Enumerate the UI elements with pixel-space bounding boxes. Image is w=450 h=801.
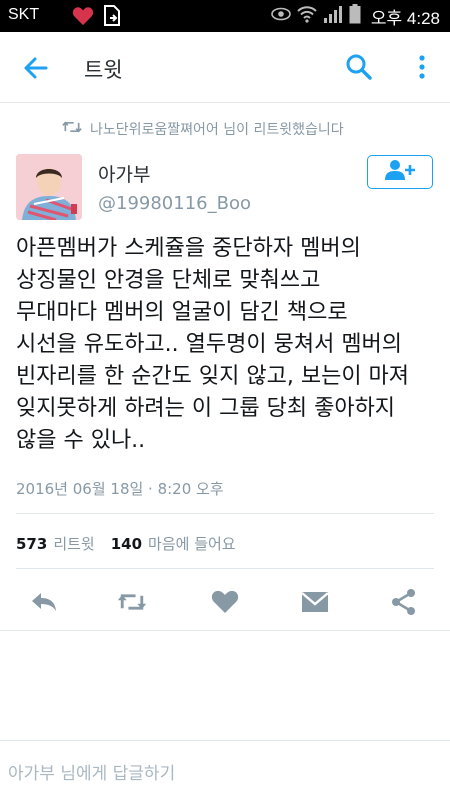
reply-icon[interactable] — [28, 586, 60, 618]
tweet-text-line: 무대마다 멤버의 얼굴이 담긴 책으로 — [16, 300, 348, 325]
page-title: 트윗 — [84, 58, 123, 82]
carrier-label: SKT — [8, 6, 40, 23]
search-icon[interactable] — [344, 52, 374, 82]
tweet-text: 아픈멤버가 스케쥴을 중단하자 멤버의 상징물인 안경을 단체로 맞춰쓰고 무대… — [16, 233, 440, 457]
status-time: 오후 4:28 — [370, 9, 440, 28]
more-vertical-icon[interactable] — [410, 52, 434, 82]
retweet-icon[interactable] — [116, 586, 148, 618]
tweet-timestamp: 2016년 06월 18일 · 8:20 오후 — [16, 480, 224, 498]
like-count[interactable]: 140 — [111, 535, 142, 553]
retweet-count[interactable]: 573 — [16, 535, 47, 553]
wifi-icon — [297, 5, 317, 28]
retweet-context[interactable]: 나노단위로움짤쪄어어 님이 리트윗했습니다 — [62, 118, 344, 140]
battery-icon — [349, 4, 361, 29]
tweet-stats: 573 리트윗 140 마음에 들어요 — [16, 533, 236, 554]
app-bar: 트윗 — [0, 32, 450, 103]
reply-bar — [0, 740, 450, 801]
author-handle[interactable]: @19980116_Boo — [98, 193, 251, 214]
share-icon[interactable] — [388, 586, 420, 618]
tweet-actions — [0, 580, 450, 624]
reply-input[interactable] — [6, 759, 440, 789]
tweet-text-line: 않을 수 있나.. — [16, 428, 146, 453]
tweet-text-line: 상징물인 안경을 단체로 맞춰쓰고 — [16, 268, 321, 293]
heart-notification-icon — [72, 6, 94, 31]
retweet-count-label[interactable]: 리트윗 — [53, 533, 94, 554]
retweet-context-text: 나노단위로움짤쪄어어 님이 리트윗했습니다 — [90, 122, 344, 138]
status-bar: SKT 오후 4:28 — [0, 0, 450, 32]
author-name[interactable]: 아가부 — [98, 160, 150, 187]
divider — [16, 568, 434, 569]
divider — [16, 513, 434, 514]
avatar[interactable] — [16, 154, 82, 220]
follow-button[interactable] — [367, 155, 433, 189]
like-count-label[interactable]: 마음에 들어요 — [148, 533, 236, 554]
file-sync-icon — [102, 5, 122, 32]
add-user-icon — [383, 158, 417, 186]
tweet-text-line: 아픈멤버가 스케쥴을 중단하자 멤버의 — [16, 236, 361, 261]
tweet-text-line: 잊지못하게 하려는 이 그룹 당최 좋아하지 — [16, 396, 396, 421]
like-icon[interactable] — [209, 586, 241, 618]
tweet-text-line: 빈자리를 한 순간도 잊지 않고, 보는이 마져 — [16, 364, 410, 389]
divider — [0, 630, 450, 631]
direct-message-icon[interactable] — [299, 586, 331, 618]
eye-icon — [271, 7, 291, 26]
signal-icon — [323, 5, 343, 28]
retweet-small-icon — [62, 120, 82, 138]
back-arrow-icon[interactable] — [20, 52, 52, 84]
tweet-text-line: 시선을 유도하고.. 열두명이 뭉쳐서 멤버의 — [16, 332, 403, 357]
